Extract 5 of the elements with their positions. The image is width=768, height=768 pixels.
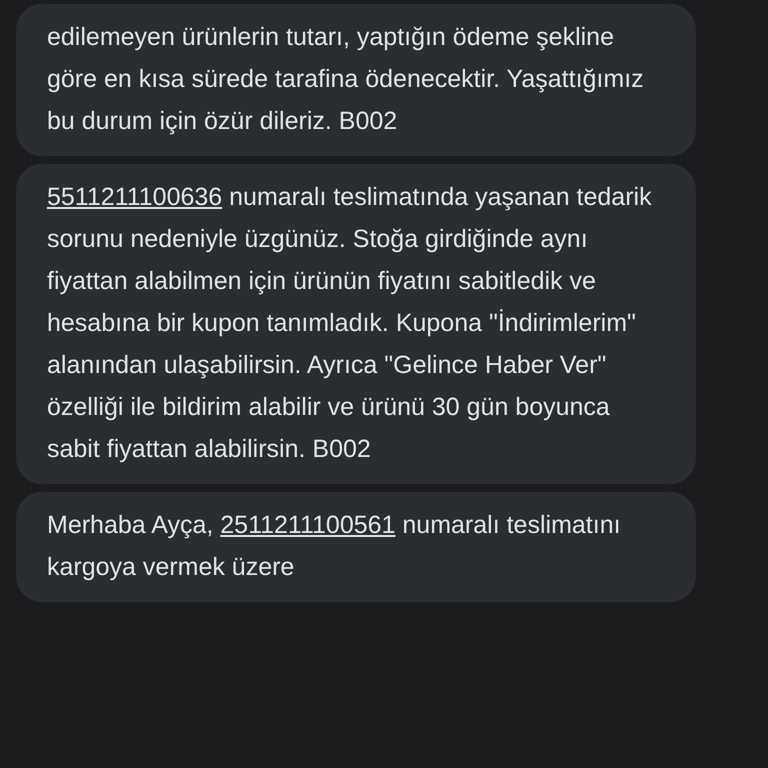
tracking-number-link[interactable]: 5511211100636 xyxy=(47,183,222,211)
message-text: Merhaba Ayça, 2511211100561 numaralı teslimatını kargoya vermek üzere xyxy=(47,510,622,583)
message-text: edilemeyen ürünlerin tutarı, yaptığın ödeme şekline göre en kısa sürede tarafina ödenecektir. Yaşattığımız bu durum için özür dileriz. B002 xyxy=(47,22,645,137)
tracking-number-link[interactable]: 2511211100561 xyxy=(220,511,396,539)
message-text: 5511211100636 numaralı teslimatında yaşanan tedarik sorunu nedeniyle üzgünüz. Stoğa girdiğinde aynı fiyattan alabilmen için ürünün fiyatını sabitledik ve hesabına bir kupon tanımladık. Kupona "İndirimlerim" alanından ulaşabilirsin. Ayrıca "Gelince Haber Ver" özelliği ile bildirim alabilir ve ürünü 30 gün boyunca sabit fiyattan alabilirsin. B002 xyxy=(47,182,653,465)
